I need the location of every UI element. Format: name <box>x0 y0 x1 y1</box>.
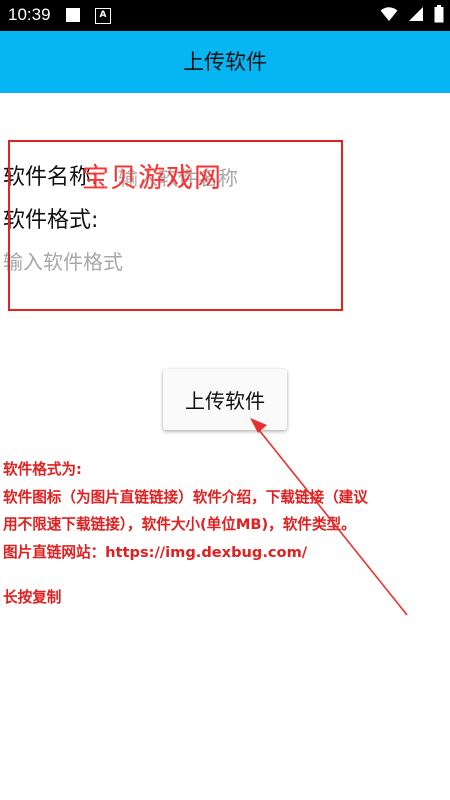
annotation-arrow <box>250 418 408 616</box>
